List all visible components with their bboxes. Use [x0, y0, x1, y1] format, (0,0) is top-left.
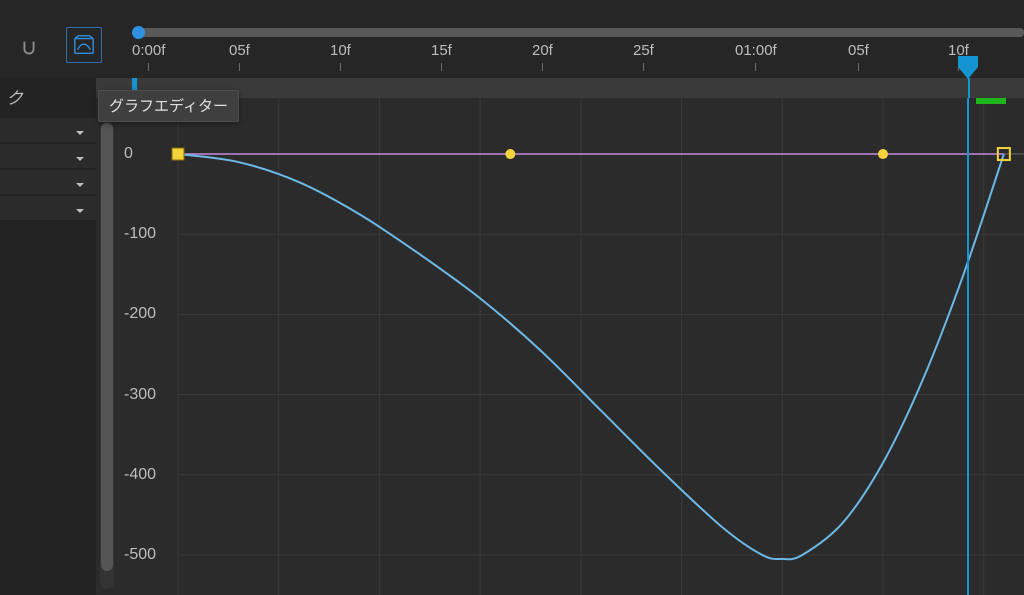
graph-vertical-scrollbar[interactable]: [100, 122, 114, 589]
ruler-ticks: 0:00f05f10f15f20f25f01:00f05f10f: [118, 42, 1024, 78]
panel-tab-label: ク: [6, 84, 23, 109]
property-row[interactable]: [0, 196, 96, 220]
y-axis-label: -400: [124, 466, 156, 484]
timeline-topbar: 0:00f05f10f15f20f25f01:00f05f10f: [0, 0, 1024, 78]
playhead-head-icon[interactable]: [957, 55, 979, 85]
ruler-tick: 10f: [330, 42, 351, 78]
work-area-bar[interactable]: [140, 28, 1024, 37]
time-ruler[interactable]: 0:00f05f10f15f20f25f01:00f05f10f: [118, 0, 1024, 78]
chevron-down-icon[interactable]: [74, 179, 86, 194]
keyframe-marker[interactable]: [878, 149, 888, 159]
property-row[interactable]: [0, 170, 96, 194]
y-axis-label: 0: [124, 145, 133, 163]
property-row[interactable]: [0, 118, 96, 142]
keyframe-marker[interactable]: [172, 148, 184, 160]
value-curve[interactable]: [178, 154, 1004, 559]
chevron-down-icon[interactable]: [74, 153, 86, 168]
property-row[interactable]: [0, 144, 96, 168]
y-axis-label: -100: [124, 225, 156, 243]
ruler-tick-label: 25f: [633, 42, 654, 59]
ruler-tick: 20f: [532, 42, 553, 78]
ruler-tick: 15f: [431, 42, 452, 78]
graph-editor-button[interactable]: [66, 27, 102, 63]
ruler-tick: 01:00f: [735, 42, 777, 78]
y-axis-label: -500: [124, 546, 156, 564]
ruler-tick-label: 01:00f: [735, 42, 777, 59]
y-axis-label: -300: [124, 386, 156, 404]
y-axis-label: -200: [124, 305, 156, 323]
graph-editor-tooltip: グラフエディター: [98, 90, 239, 122]
ruler-tick-label: 10f: [330, 42, 351, 59]
chevron-down-icon[interactable]: [74, 205, 86, 220]
graph-scrollbar-thumb[interactable]: [101, 123, 113, 571]
ruler-tick-label: 05f: [848, 42, 869, 59]
ruler-tick-label: 05f: [229, 42, 250, 59]
chevron-down-icon[interactable]: [74, 127, 86, 142]
ruler-tick-label: 20f: [532, 42, 553, 59]
toolbar-icon-area: [0, 0, 108, 78]
graph-editor-panel: 0 -100 -200 -300 -400 -500: [96, 98, 1024, 595]
ruler-tick-label: 0:00f: [132, 42, 165, 59]
property-panel: ク: [0, 78, 96, 595]
ruler-tick: 25f: [633, 42, 654, 78]
ruler-tick: 05f: [848, 42, 869, 78]
ruler-tick: 0:00f: [132, 42, 165, 78]
graph-canvas[interactable]: [118, 98, 1024, 595]
cached-region-bar: [976, 98, 1006, 104]
keyframe-marker[interactable]: [505, 149, 515, 159]
work-area-start-handle[interactable]: [132, 26, 145, 39]
ruler-tick: 05f: [229, 42, 250, 78]
ruler-tick-label: 15f: [431, 42, 452, 59]
snap-icon[interactable]: [18, 38, 40, 60]
